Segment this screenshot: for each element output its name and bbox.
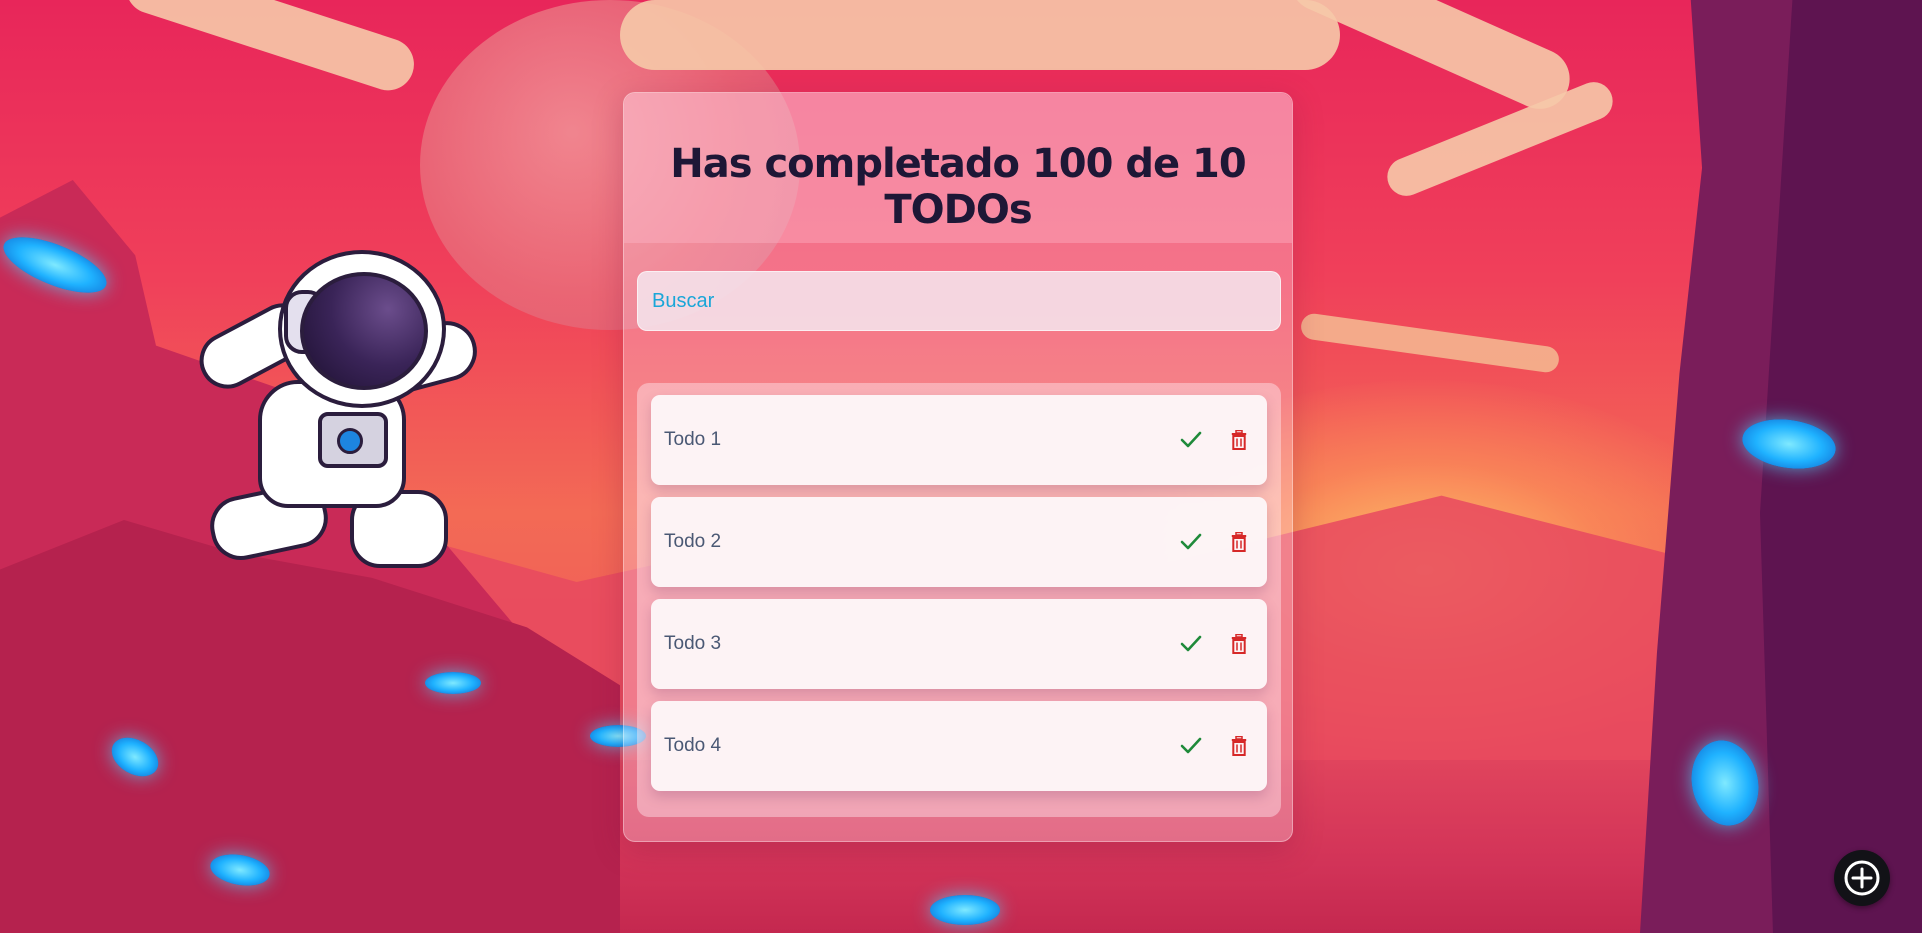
trash-icon[interactable] (1226, 631, 1252, 657)
todo-item: Todo 1 (651, 395, 1267, 485)
cloud (1299, 312, 1561, 374)
todo-item: Todo 3 (651, 599, 1267, 689)
check-icon[interactable] (1178, 529, 1204, 555)
trash-icon[interactable] (1226, 733, 1252, 759)
astronaut-visor (300, 272, 428, 390)
todo-card: Has completado 100 de 10 TODOs Todo 1 To… (623, 92, 1293, 842)
plus-circle-icon (1844, 860, 1880, 896)
crystal-pool (930, 895, 1000, 925)
todo-item: Todo 4 (651, 701, 1267, 791)
page-title: Has completado 100 de 10 TODOs (670, 141, 1246, 233)
todo-item: Todo 2 (651, 497, 1267, 587)
cloud (1381, 76, 1619, 202)
check-icon[interactable] (1178, 733, 1204, 759)
add-todo-button[interactable] (1834, 850, 1890, 906)
check-icon[interactable] (1178, 631, 1204, 657)
cloud (620, 0, 1340, 70)
todo-text: Todo 2 (664, 531, 722, 552)
todo-text: Todo 3 (664, 633, 722, 654)
todo-text: Todo 4 (664, 735, 722, 756)
crystal-pool (425, 672, 481, 694)
cloud (119, 0, 421, 98)
check-icon[interactable] (1178, 427, 1204, 453)
todo-text: Todo 1 (664, 429, 722, 450)
search-input[interactable] (637, 271, 1281, 331)
trash-icon[interactable] (1226, 529, 1252, 555)
trash-icon[interactable] (1226, 427, 1252, 453)
astronaut-button (337, 428, 363, 454)
astronaut-illustration (189, 250, 484, 570)
todo-list: Todo 1 Todo 2 Todo 3 Todo 4 (637, 383, 1281, 817)
